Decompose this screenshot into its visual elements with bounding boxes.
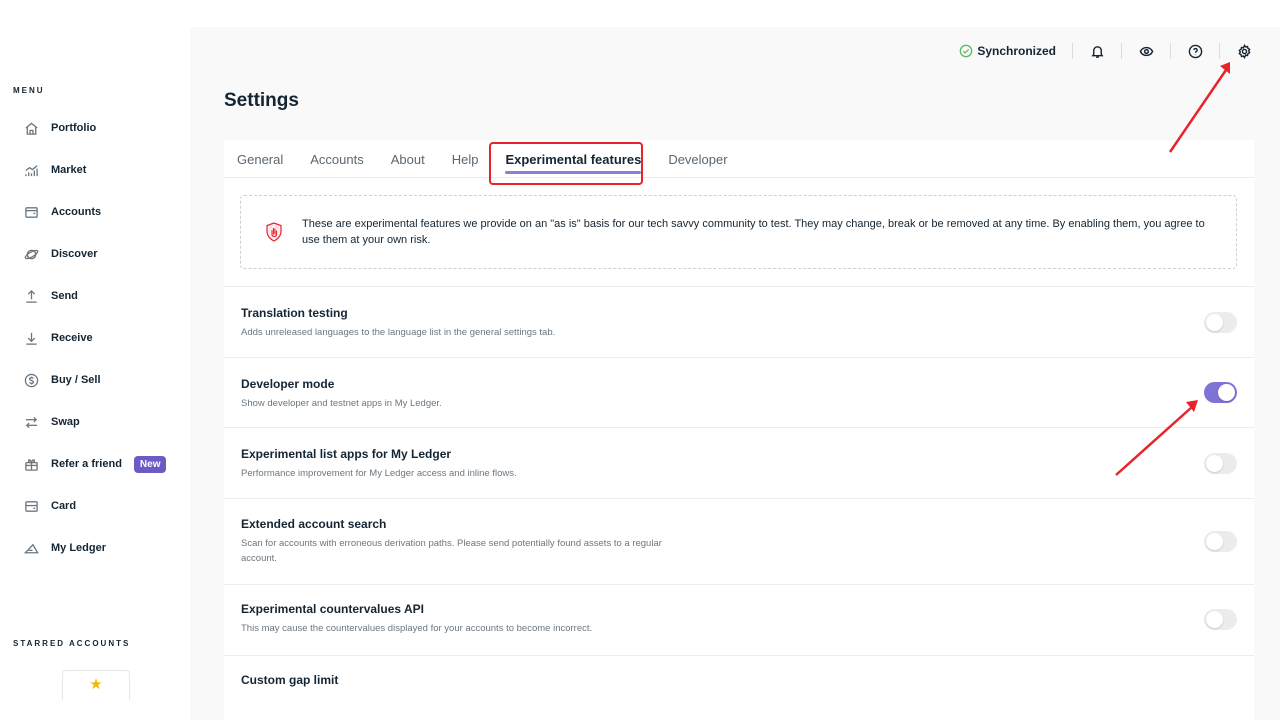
tab-accounts[interactable]: Accounts <box>310 140 363 178</box>
sidebar-item-swap[interactable]: Swap <box>0 401 190 443</box>
card-icon <box>23 498 39 514</box>
setting-row-experimental-list-apps: Experimental list apps for My Ledger Per… <box>224 427 1254 498</box>
sidebar-item-label: Accounts <box>51 206 102 218</box>
setting-row-translation-testing: Translation testing Adds unreleased lang… <box>224 286 1254 357</box>
help-icon[interactable] <box>1187 43 1203 59</box>
sidebar-item-portfolio[interactable]: Portfolio <box>0 107 190 149</box>
setting-title: Translation testing <box>241 306 348 320</box>
new-badge: New <box>133 455 167 473</box>
menu-label: MENU <box>13 86 45 95</box>
top-bar: Synchronized <box>959 40 1252 62</box>
setting-description: Show developer and testnet apps in My Le… <box>241 398 442 409</box>
gear-icon[interactable] <box>1236 43 1252 59</box>
send-icon <box>23 288 39 304</box>
setting-description: This may cause the countervalues display… <box>241 623 593 634</box>
setting-row-custom-gap-limit: Custom gap limit <box>224 655 1254 720</box>
experimental-countervalues-api-toggle[interactable] <box>1204 609 1237 630</box>
toggle-knob <box>1206 611 1223 628</box>
sidebar-item-buy-sell[interactable]: Buy / Sell <box>0 359 190 401</box>
planet-icon <box>23 246 39 262</box>
dollar-icon <box>23 372 39 388</box>
tab-help[interactable]: Help <box>452 140 479 178</box>
setting-title: Experimental list apps for My Ledger <box>241 447 452 461</box>
setting-row-extended-account-search: Extended account search Scan for account… <box>224 498 1254 584</box>
sidebar-nav: Portfolio Market Accounts Discover Send … <box>0 107 190 569</box>
ledger-icon <box>23 540 39 556</box>
starred-accounts-label: STARRED ACCOUNTS <box>13 639 131 648</box>
setting-title: Experimental countervalues API <box>241 602 424 616</box>
sidebar-item-market[interactable]: Market <box>0 149 190 191</box>
sidebar-item-label: Refer a friend <box>51 458 122 470</box>
sidebar-item-label: Card <box>51 500 77 512</box>
shield-hand-icon <box>266 222 282 242</box>
sidebar-item-label: Receive <box>51 332 93 344</box>
star-icon: ★ <box>89 676 103 693</box>
experimental-notice: These are experimental features we provi… <box>240 195 1237 269</box>
sidebar-item-label: Portfolio <box>51 122 97 134</box>
divider <box>1170 43 1171 59</box>
sidebar-item-discover[interactable]: Discover <box>0 233 190 275</box>
starred-accounts-placeholder: ★ <box>62 670 130 700</box>
home-icon <box>23 120 39 136</box>
check-circle-icon <box>959 44 973 58</box>
tab-about[interactable]: About <box>391 140 425 178</box>
translation-testing-toggle[interactable] <box>1204 312 1237 333</box>
experimental-list-apps-toggle[interactable] <box>1204 453 1237 474</box>
developer-mode-toggle[interactable] <box>1204 382 1237 403</box>
toggle-knob <box>1206 533 1223 550</box>
sidebar-item-my-ledger[interactable]: My Ledger <box>0 527 190 569</box>
sidebar-item-card[interactable]: Card <box>0 485 190 527</box>
setting-row-experimental-countervalues-api: Experimental countervalues API This may … <box>224 584 1254 655</box>
sidebar-item-label: Discover <box>51 248 98 260</box>
divider <box>1072 43 1073 59</box>
sync-status-label: Synchronized <box>977 44 1056 58</box>
wallet-icon <box>23 204 39 220</box>
bell-icon[interactable] <box>1089 43 1105 59</box>
settings-panel: General Accounts About Help Experimental… <box>224 140 1254 720</box>
divider <box>1219 43 1220 59</box>
gift-icon <box>23 456 39 472</box>
setting-title: Extended account search <box>241 517 387 531</box>
sidebar-item-refer-a-friend[interactable]: Refer a friend New <box>0 443 190 485</box>
setting-description: Performance improvement for My Ledger ac… <box>241 468 517 479</box>
sidebar-item-accounts[interactable]: Accounts <box>0 191 190 233</box>
sidebar-item-label: Swap <box>51 416 80 428</box>
sidebar-item-send[interactable]: Send <box>0 275 190 317</box>
sidebar-item-label: My Ledger <box>51 542 107 554</box>
divider <box>1121 43 1122 59</box>
sidebar: MENU Portfolio Market Accounts Discover … <box>0 0 190 720</box>
sidebar-item-label: Send <box>51 290 78 302</box>
notice-text: These are experimental features we provi… <box>302 218 1205 246</box>
market-icon <box>23 162 39 178</box>
page-title: Settings <box>224 90 299 111</box>
main-content: Synchronized Settings General Accounts A… <box>190 27 1280 720</box>
sidebar-item-label: Market <box>51 164 87 176</box>
sidebar-item-label: Buy / Sell <box>51 374 101 386</box>
setting-description: Adds unreleased languages to the languag… <box>241 327 556 338</box>
setting-title: Developer mode <box>241 377 335 391</box>
setting-row-developer-mode: Developer mode Show developer and testne… <box>224 357 1254 427</box>
swap-icon <box>23 414 39 430</box>
receive-icon <box>23 330 39 346</box>
tab-experimental-features[interactable]: Experimental features <box>505 140 641 178</box>
tab-developer[interactable]: Developer <box>668 140 727 178</box>
tab-general[interactable]: General <box>237 140 283 178</box>
toggle-knob <box>1206 455 1223 472</box>
sidebar-item-receive[interactable]: Receive <box>0 317 190 359</box>
settings-tabs: General Accounts About Help Experimental… <box>224 140 1254 185</box>
toggle-knob <box>1206 314 1223 331</box>
setting-title: Custom gap limit <box>241 673 339 687</box>
sync-status[interactable]: Synchronized <box>959 44 1056 58</box>
eye-icon[interactable] <box>1138 43 1154 59</box>
extended-account-search-toggle[interactable] <box>1204 531 1237 552</box>
toggle-knob <box>1218 384 1235 401</box>
setting-description: Scan for accounts with erroneous derivat… <box>241 538 662 564</box>
